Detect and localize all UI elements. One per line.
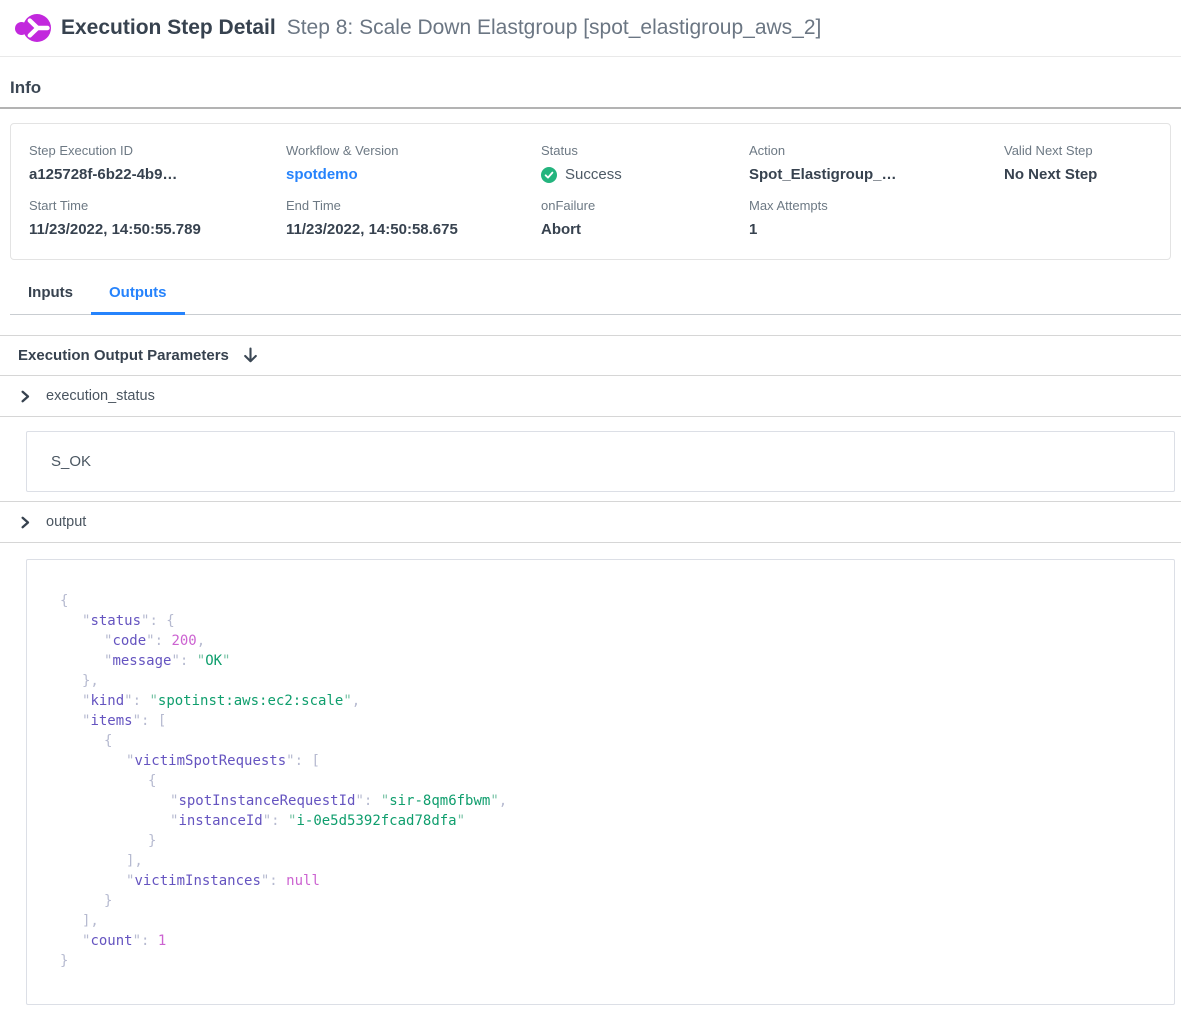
info-divider xyxy=(0,107,1181,109)
field-label: Status xyxy=(541,143,749,158)
field-value: 1 xyxy=(749,221,1004,238)
param-row-execution-status[interactable]: execution_status xyxy=(0,376,1181,417)
page-title: Execution Step Detail xyxy=(61,16,276,40)
outputs-section-header: Execution Output Parameters xyxy=(0,335,1181,376)
field-onfailure: onFailure Abort xyxy=(541,198,749,238)
info-section-title: Info xyxy=(10,78,1171,98)
tab-bar: Inputs Outputs xyxy=(10,275,1181,315)
field-valid-next-step: Valid Next Step No Next Step xyxy=(1004,143,1160,183)
field-label: Max Attempts xyxy=(749,198,1004,213)
status-badge: Success xyxy=(541,166,749,183)
field-value: Spot_Elastigroup_… xyxy=(749,166,1004,183)
field-value: Abort xyxy=(541,221,749,238)
output-json-box: {"status": {"code": 200,"message": "OK"}… xyxy=(26,559,1175,1005)
field-value: a125728f-6b22-4b9… xyxy=(29,166,286,183)
field-value: 11/23/2022, 14:50:58.675 xyxy=(286,221,541,238)
workflow-link[interactable]: spotdemo xyxy=(286,166,541,183)
output-json-code: {"status": {"code": 200,"message": "OK"}… xyxy=(60,591,1144,971)
param-name: output xyxy=(46,514,86,530)
field-label: Valid Next Step xyxy=(1004,143,1160,158)
param-row-output[interactable]: output xyxy=(0,502,1181,543)
page-subtitle: Step 8: Scale Down Elastgroup [spot_elas… xyxy=(287,16,822,40)
field-end-time: End Time 11/23/2022, 14:50:58.675 xyxy=(286,198,541,238)
tab-outputs[interactable]: Outputs xyxy=(91,275,185,314)
download-arrow-icon[interactable] xyxy=(243,347,258,364)
chevron-right-icon xyxy=(19,390,31,403)
app-header: Execution Step Detail Step 8: Scale Down… xyxy=(0,0,1181,57)
check-circle-icon xyxy=(541,167,557,183)
field-action: Action Spot_Elastigroup_… xyxy=(749,143,1004,183)
field-label: Step Execution ID xyxy=(29,143,286,158)
info-card: Step Execution ID a125728f-6b22-4b9… Wor… xyxy=(10,123,1171,260)
field-value: No Next Step xyxy=(1004,166,1160,183)
status-text: Success xyxy=(565,166,622,183)
field-step-execution-id: Step Execution ID a125728f-6b22-4b9… xyxy=(29,143,286,183)
field-max-attempts: Max Attempts 1 xyxy=(749,198,1004,238)
spot-logo-icon xyxy=(14,11,52,45)
field-status: Status Success xyxy=(541,143,749,183)
field-value: 11/23/2022, 14:50:55.789 xyxy=(29,221,286,238)
execution-status-value-box: S_OK xyxy=(26,431,1175,492)
field-label: Start Time xyxy=(29,198,286,213)
chevron-right-icon xyxy=(19,516,31,529)
field-label: Workflow & Version xyxy=(286,143,541,158)
field-label: onFailure xyxy=(541,198,749,213)
field-workflow-version: Workflow & Version spotdemo xyxy=(286,143,541,183)
param-name: execution_status xyxy=(46,388,155,404)
outputs-section-title: Execution Output Parameters xyxy=(18,347,229,364)
field-label: Action xyxy=(749,143,1004,158)
tab-inputs[interactable]: Inputs xyxy=(10,275,91,314)
field-start-time: Start Time 11/23/2022, 14:50:55.789 xyxy=(29,198,286,238)
field-label: End Time xyxy=(286,198,541,213)
execution-status-value: S_OK xyxy=(51,453,91,470)
